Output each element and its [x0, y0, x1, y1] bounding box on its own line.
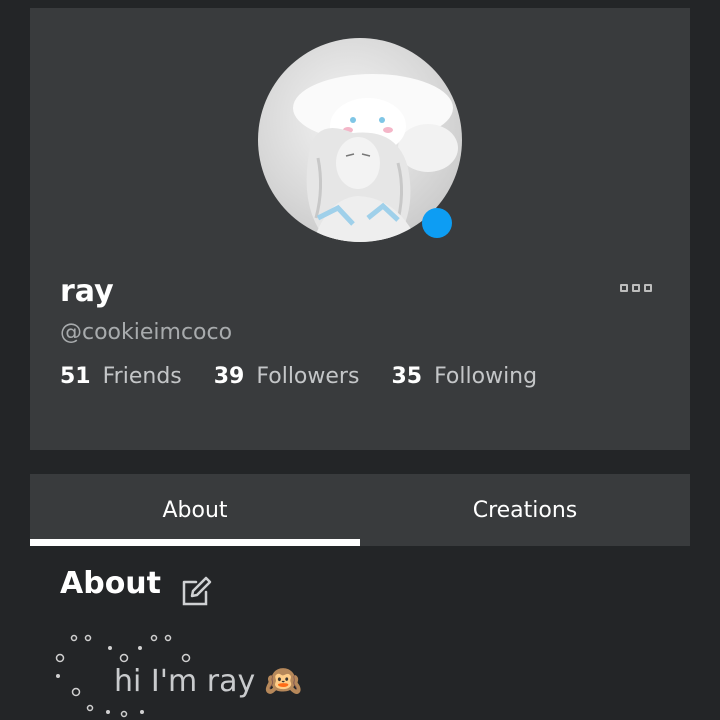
friends-stat[interactable]: 51 Friends	[60, 364, 182, 389]
friends-label: Friends	[102, 364, 182, 389]
online-status-indicator	[422, 208, 452, 238]
about-heading: About	[60, 566, 162, 601]
tab-creations[interactable]: Creations	[360, 474, 690, 546]
profile-tabs: About Creations	[30, 474, 690, 546]
following-stat[interactable]: 35 Following	[391, 364, 537, 389]
followers-label: Followers	[256, 364, 360, 389]
following-count: 35	[391, 364, 423, 389]
followers-stat[interactable]: 39 Followers	[214, 364, 360, 389]
username: @cookieimcoco	[60, 320, 233, 345]
edit-icon[interactable]	[180, 574, 214, 608]
profile-stats: 51 Friends 39 Followers 35 Following	[60, 364, 569, 389]
profile-header-card: ray @cookieimcoco 51 Friends 39 Follower…	[30, 8, 690, 450]
following-label: Following	[434, 364, 538, 389]
followers-count: 39	[213, 364, 245, 389]
tab-about[interactable]: About	[30, 474, 360, 546]
bio-text: hi I'm ray 🙉	[114, 664, 303, 699]
avatar[interactable]	[258, 38, 462, 242]
more-options-icon[interactable]	[616, 278, 656, 298]
profile-page: ray @cookieimcoco 51 Friends 39 Follower…	[0, 0, 720, 720]
display-name: ray	[60, 274, 114, 309]
friends-count: 51	[60, 364, 91, 389]
